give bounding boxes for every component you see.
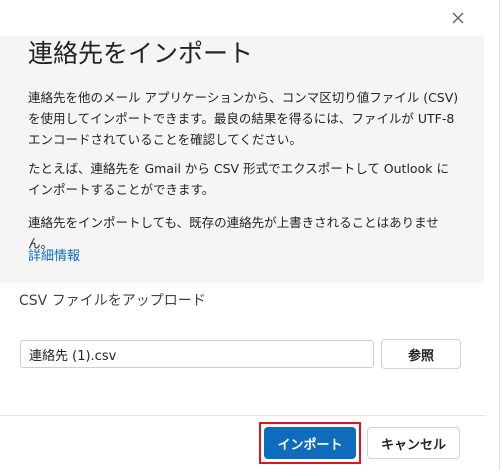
dialog-title: 連絡先をインポート: [28, 39, 254, 68]
browse-button[interactable]: 参照: [381, 339, 461, 369]
description-paragraph-1: 連絡先を他のメール アプリケーションから、コンマ区切り値ファイル (CSV) を…: [28, 90, 459, 147]
description-paragraph-3: 連絡先をインポートしても、既存の連絡先が上書きされることはありません。: [28, 215, 439, 251]
upload-label: CSV ファイルをアップロード: [19, 293, 206, 309]
footer-divider: [0, 415, 486, 416]
cancel-button[interactable]: キャンセル: [367, 427, 460, 459]
import-contacts-dialog: 連絡先をインポート 連絡先を他のメール アプリケーションから、コンマ区切り値ファ…: [0, 0, 500, 470]
description-paragraph-2: たとえば、連絡先を Gmail から CSV 形式でエクスポートして Outlo…: [28, 161, 449, 197]
close-button[interactable]: [447, 7, 469, 29]
more-info-link[interactable]: 詳細情報: [28, 247, 80, 267]
file-name-field[interactable]: [20, 340, 374, 368]
import-button[interactable]: インポート: [264, 427, 356, 459]
close-icon: [452, 12, 464, 24]
